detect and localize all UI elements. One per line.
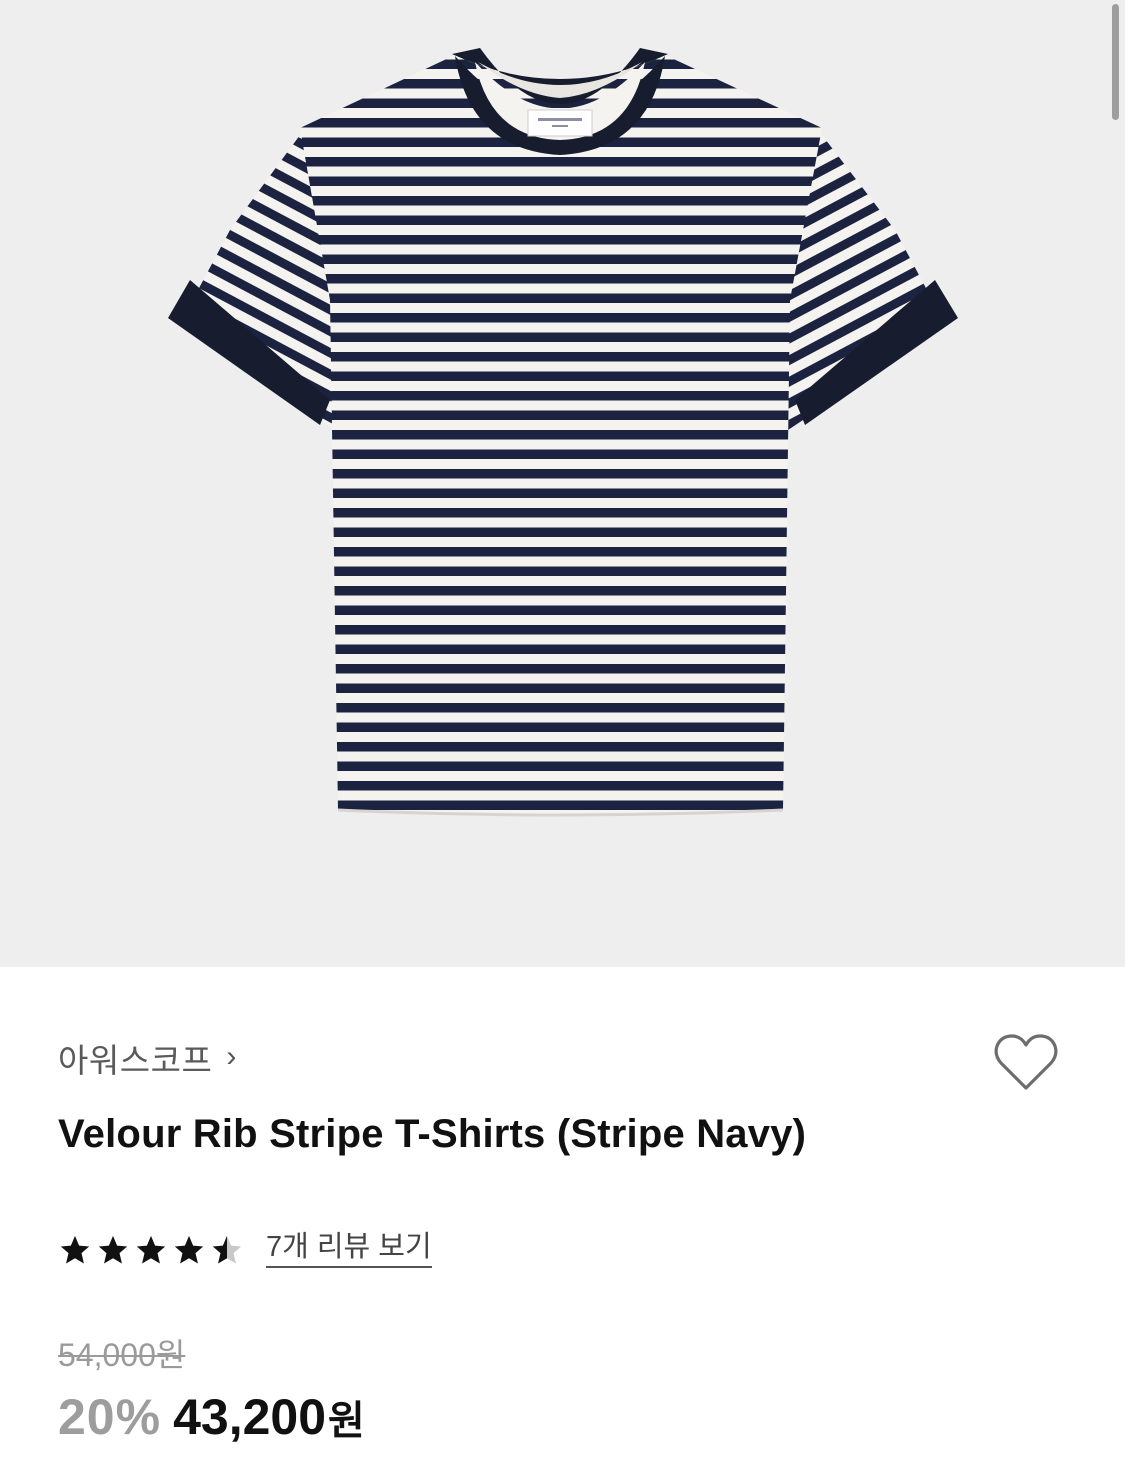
original-price: 54,000원 xyxy=(58,1337,186,1373)
sale-price: 43,200 xyxy=(173,1389,327,1445)
scrollbar[interactable] xyxy=(1112,4,1119,120)
discount-rate: 20% xyxy=(58,1389,162,1445)
star-icon xyxy=(174,1235,204,1264)
star-icon xyxy=(98,1235,128,1264)
star-icon xyxy=(136,1235,166,1264)
chevron-right-icon: › xyxy=(226,1040,237,1073)
rating-row: 7개 리뷰 보기 xyxy=(58,1225,432,1275)
heart-outline-icon xyxy=(994,1034,1058,1090)
price-row: 20% 43,200 원 xyxy=(58,1388,365,1446)
star-rating xyxy=(58,1233,244,1267)
star-icon xyxy=(60,1235,90,1264)
currency-unit: 원 xyxy=(328,1399,365,1443)
product-image-area[interactable] xyxy=(0,0,1125,967)
product-title: Velour Rib Stripe T-Shirts (Stripe Navy) xyxy=(58,1112,807,1156)
review-link[interactable]: 7개 리뷰 보기 xyxy=(266,1231,432,1268)
brand-link[interactable]: 아워스코프 › xyxy=(58,1036,236,1080)
half-star-icon xyxy=(212,1235,242,1264)
brand-name[interactable]: 아워스코프 xyxy=(58,1034,212,1082)
wishlist-button[interactable] xyxy=(993,1032,1059,1094)
product-image xyxy=(168,48,958,817)
